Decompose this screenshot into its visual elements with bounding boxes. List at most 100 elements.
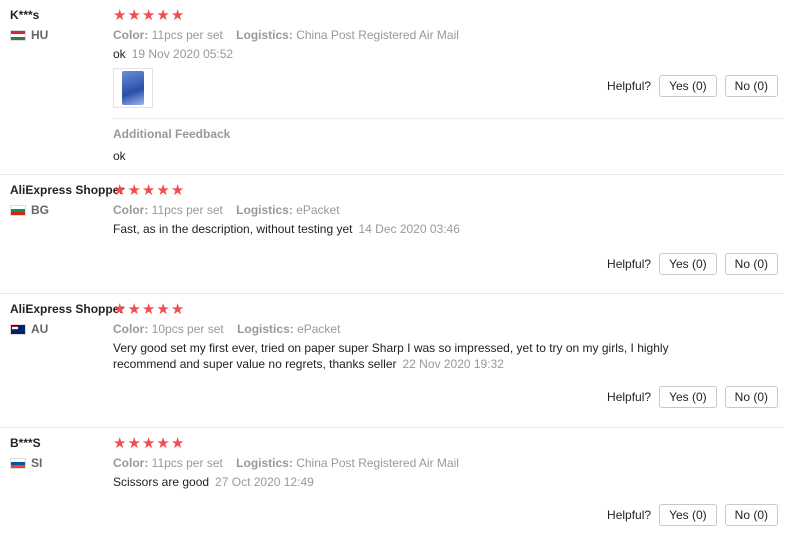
review-text-block: Scissors are good 27 Oct 2020 12:49 — [113, 474, 703, 490]
helpful-no-button[interactable]: No (0) — [724, 253, 778, 275]
star-icon: ★ — [170, 435, 185, 452]
reviewer-name: K***s — [10, 8, 40, 22]
star-icon: ★ — [156, 435, 170, 452]
star-icon: ★ — [141, 435, 156, 452]
logistics-value: China Post Registered Air Mail — [296, 456, 459, 470]
additional-feedback-text: ok — [113, 149, 126, 163]
review-text: ok — [113, 47, 126, 61]
star-icon: ★ — [170, 7, 185, 24]
reviewer-info: K***s HU — [10, 8, 110, 42]
star-icon: ★ — [113, 7, 127, 24]
star-icon: ★ — [141, 182, 156, 199]
star-rating: ★ ★ ★ ★ ★ — [113, 8, 784, 24]
color-value: 11pcs per set — [151, 456, 223, 470]
color-label: Color: — [113, 28, 149, 42]
review-item: B***S SI ★ ★ ★ ★ ★ Color: 11pcs per set Logi… — [0, 428, 784, 536]
star-icon: ★ — [170, 301, 185, 318]
star-icon: ★ — [113, 301, 127, 318]
star-icon: ★ — [127, 435, 141, 452]
reviewer-name: AliExpress Shopper — [10, 302, 125, 316]
logistics-label: Logistics: — [236, 456, 293, 470]
country-code: AU — [31, 322, 49, 336]
star-icon: ★ — [170, 182, 185, 199]
color-value: 10pcs per set — [151, 322, 224, 336]
review-meta: Color: 11pcs per set Logistics: China Po… — [113, 455, 784, 471]
star-icon: ★ — [141, 7, 156, 24]
australia-flag-icon — [10, 323, 26, 335]
logistics-value: ePacket — [296, 203, 340, 217]
review-text: Fast, as in the description, without tes… — [113, 222, 353, 236]
review-meta: Color: 11pcs per set Logistics: China Po… — [113, 27, 784, 43]
review-text-block: Very good set my first ever, tried on pa… — [113, 340, 703, 372]
helpful-yes-button[interactable]: Yes (0) — [659, 504, 717, 526]
helpful-vote: Helpful? Yes (0) No (0) — [607, 253, 778, 275]
reviewer-country: BG — [10, 203, 110, 217]
helpful-label: Helpful? — [607, 390, 652, 404]
reviewer-country: SI — [10, 456, 110, 470]
helpful-vote: Helpful? Yes (0) No (0) — [607, 386, 778, 408]
logistics-label: Logistics: — [237, 322, 294, 336]
review-photo-thumbnail[interactable] — [113, 68, 153, 108]
color-label: Color: — [113, 456, 149, 470]
reviewer-name: AliExpress Shopper — [10, 183, 125, 197]
hungary-flag-icon — [10, 29, 26, 41]
star-icon: ★ — [127, 301, 141, 318]
review-date: 22 Nov 2020 19:32 — [402, 357, 504, 371]
reviewer-name: B***S — [10, 436, 41, 450]
review-content: ★ ★ ★ ★ ★ Color: 11pcs per set Logistics: eP… — [113, 183, 784, 237]
star-icon: ★ — [113, 435, 127, 452]
star-icon: ★ — [127, 7, 141, 24]
star-icon: ★ — [113, 182, 127, 199]
logistics-value: ePacket — [297, 322, 341, 336]
helpful-no-button[interactable]: No (0) — [724, 504, 778, 526]
helpful-label: Helpful? — [607, 79, 652, 93]
star-rating: ★ ★ ★ ★ ★ — [113, 302, 784, 318]
review-date: 19 Nov 2020 05:52 — [131, 47, 234, 61]
star-icon: ★ — [156, 301, 170, 318]
review-content: ★ ★ ★ ★ ★ Color: 10pcs per set Logistics: eP… — [113, 302, 784, 372]
reviewer-info: B***S SI — [10, 436, 110, 470]
logistics-value: China Post Registered Air Mail — [296, 28, 459, 42]
review-date: 27 Oct 2020 12:49 — [215, 475, 314, 489]
reviewer-country: HU — [10, 28, 110, 42]
helpful-label: Helpful? — [607, 257, 652, 271]
color-value: 11pcs per set — [151, 203, 223, 217]
country-code: BG — [31, 203, 49, 217]
product-photo-icon — [122, 71, 144, 105]
review-text-block: ok 19 Nov 2020 05:52 — [113, 46, 703, 62]
color-label: Color: — [113, 203, 149, 217]
country-code: HU — [31, 28, 49, 42]
country-code: SI — [31, 456, 43, 470]
color-value: 11pcs per set — [151, 28, 223, 42]
review-date: 14 Dec 2020 03:46 — [358, 222, 460, 236]
star-rating: ★ ★ ★ ★ ★ — [113, 183, 784, 199]
review-meta: Color: 11pcs per set Logistics: ePacket — [113, 202, 784, 218]
reviewer-country: AU — [10, 322, 110, 336]
color-label: Color: — [113, 322, 149, 336]
star-icon: ★ — [141, 301, 156, 318]
slovenia-flag-icon — [10, 457, 26, 469]
star-icon: ★ — [127, 182, 141, 199]
review-content: ★ ★ ★ ★ ★ Color: 11pcs per set Logistics: Ch… — [113, 436, 784, 490]
review-text: Very good set my first ever, tried on pa… — [113, 341, 669, 371]
star-rating: ★ ★ ★ ★ ★ — [113, 436, 784, 452]
star-icon: ★ — [156, 182, 170, 199]
review-item: AliExpress Shopper AU ★ ★ ★ ★ ★ Color: 10pcs… — [0, 294, 784, 428]
additional-feedback: Additional Feedback ok — [113, 118, 784, 163]
helpful-no-button[interactable]: No (0) — [724, 75, 778, 97]
bulgaria-flag-icon — [10, 204, 26, 216]
helpful-yes-button[interactable]: Yes (0) — [659, 386, 717, 408]
reviewer-info: AliExpress Shopper BG — [10, 183, 125, 217]
helpful-yes-button[interactable]: Yes (0) — [659, 75, 717, 97]
logistics-label: Logistics: — [236, 28, 293, 42]
reviewer-info: AliExpress Shopper AU — [10, 302, 125, 336]
helpful-vote: Helpful? Yes (0) No (0) — [607, 75, 778, 97]
helpful-label: Helpful? — [607, 508, 652, 522]
additional-feedback-title: Additional Feedback — [113, 127, 231, 141]
star-icon: ★ — [156, 7, 170, 24]
helpful-yes-button[interactable]: Yes (0) — [659, 253, 717, 275]
review-text-block: Fast, as in the description, without tes… — [113, 221, 703, 237]
helpful-no-button[interactable]: No (0) — [724, 386, 778, 408]
helpful-vote: Helpful? Yes (0) No (0) — [607, 504, 778, 526]
logistics-label: Logistics: — [236, 203, 293, 217]
